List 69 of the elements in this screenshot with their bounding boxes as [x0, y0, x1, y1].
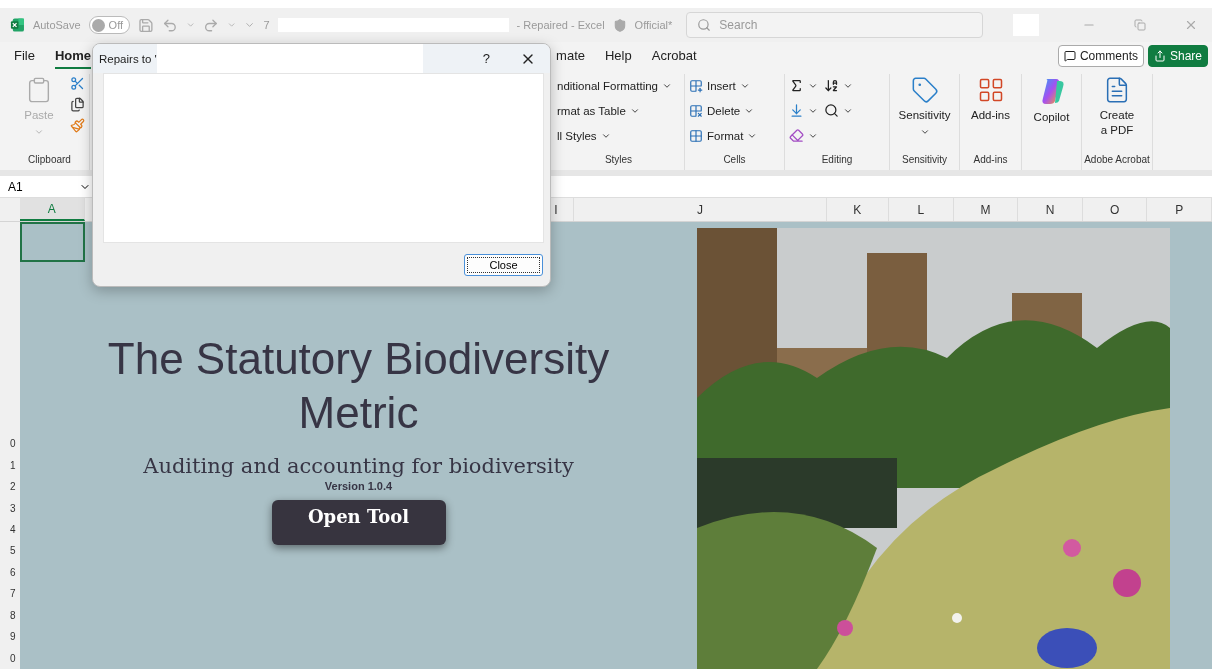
cells-menu-button[interactable]: Delete [689, 101, 758, 120]
excel-logo-icon [10, 17, 25, 33]
caret-icon [34, 127, 44, 137]
file-name: 7 [263, 19, 270, 31]
cells-menu-button[interactable]: Insert [689, 76, 758, 95]
row-number: 3 [10, 501, 17, 516]
close-button[interactable]: Close [464, 253, 543, 276]
group-label: Add-ins [972, 154, 1009, 167]
autosave-label: AutoSave [32, 19, 81, 31]
row-number: 1 [10, 458, 17, 473]
table-grid-icon [689, 78, 703, 93]
shield-icon [612, 17, 627, 33]
caret-icon [919, 127, 930, 137]
ribbon-tab[interactable]: File [14, 43, 35, 69]
search-icon[interactable] [824, 103, 839, 118]
styles-menu-button[interactable]: rmat as Table [557, 101, 672, 120]
autosum-icon[interactable] [789, 78, 804, 93]
cut-icon[interactable] [70, 76, 85, 91]
sensitivity-button[interactable]: Sensitivity [898, 108, 951, 123]
dialog-title: Repairs to ' [99, 52, 157, 65]
sheet-title: The Statutory Biodiversity Metric [106, 333, 611, 439]
comment-icon [1063, 50, 1076, 62]
search-icon [697, 18, 712, 32]
sensitivity-label: Official* [634, 19, 673, 31]
group-label: Adobe Acrobat [1083, 154, 1151, 167]
table-grid-icon [689, 103, 703, 118]
open-tool-button[interactable]: Open Tool [271, 500, 446, 545]
styles-menu-button[interactable]: ll Styles [557, 126, 672, 145]
share-icon [1153, 50, 1166, 62]
cells-menu-button[interactable]: Format [689, 126, 758, 145]
group-label: Sensitivity [901, 154, 948, 167]
eraser-icon[interactable] [789, 128, 804, 143]
ribbon-tab[interactable]: mate [556, 43, 585, 69]
copilot-button[interactable]: Copilot [1033, 110, 1070, 125]
format-painter-icon[interactable] [70, 118, 85, 133]
sheet-subtitle: Auditing and accounting for biodiversity [143, 454, 574, 478]
add-ins-button[interactable]: Add-ins [971, 108, 1010, 123]
group-label: Styles [603, 154, 634, 167]
row-number: 8 [10, 608, 17, 623]
table-grid-icon [689, 128, 703, 143]
group-label: Cells [722, 154, 747, 167]
row-number: 0 [10, 437, 17, 452]
row-number: 0 [10, 651, 17, 666]
share-button[interactable]: Share [1147, 45, 1208, 67]
save-icon[interactable] [138, 16, 154, 34]
selected-cell [20, 222, 85, 262]
caret-icon [226, 20, 237, 30]
version-label: Version 1.0.4 [324, 480, 393, 492]
create-pdf-button[interactable]: Create a PDF [1095, 108, 1139, 138]
caret-icon [185, 20, 196, 30]
label-icon [910, 76, 939, 104]
ribbon-tab[interactable]: Acrobat [651, 43, 697, 69]
styles-menu-button[interactable]: nditional Formatting [557, 76, 672, 95]
group-label: Editing [820, 154, 854, 167]
copy-icon[interactable] [70, 97, 85, 112]
row-number: 6 [10, 565, 17, 580]
row-number: 5 [10, 544, 17, 559]
group-label: Clipboard [27, 154, 72, 167]
row-number: 9 [10, 630, 17, 645]
ribbon-tab[interactable]: Help [605, 43, 632, 69]
window-title: - Repaired - Excel [516, 19, 605, 31]
comments-button[interactable]: Comments [1057, 45, 1144, 67]
column-header: A [20, 198, 85, 221]
row-number: 7 [10, 587, 17, 602]
row-number: 4 [10, 523, 17, 538]
sort-filter-icon[interactable] [824, 78, 839, 93]
help-button[interactable]: ? [482, 51, 490, 66]
fill-icon[interactable] [789, 103, 804, 118]
row-number: 2 [10, 480, 17, 495]
